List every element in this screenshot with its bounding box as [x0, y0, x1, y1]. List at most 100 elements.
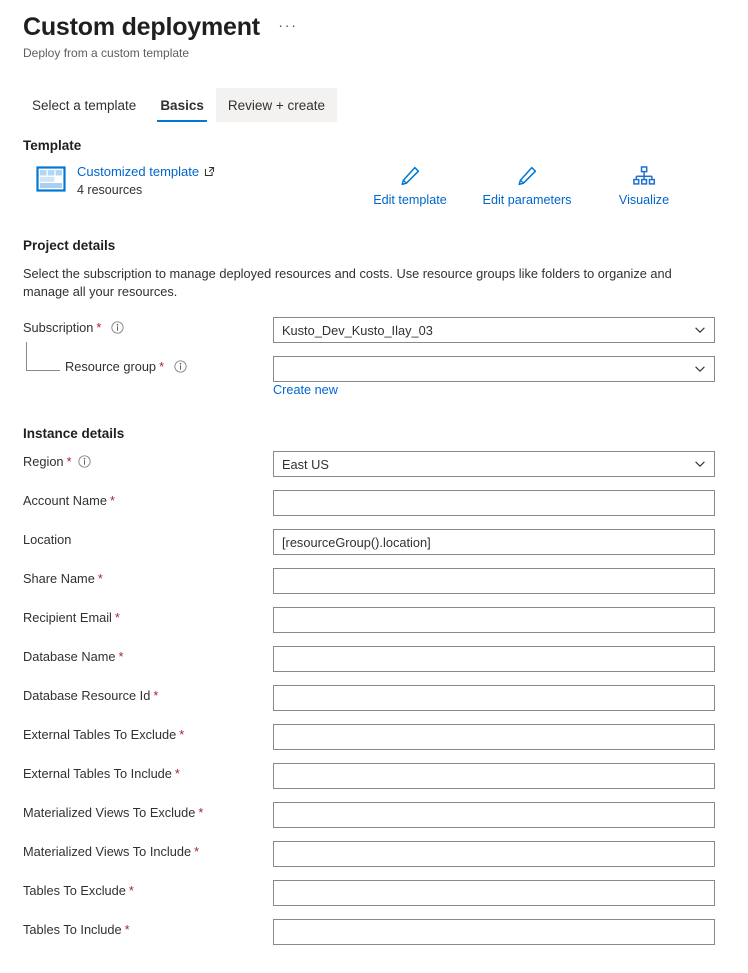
region-select[interactable]: East US: [273, 451, 715, 477]
required-marker: *: [118, 649, 124, 664]
project-details-description: Select the subscription to manage deploy…: [23, 266, 672, 299]
page-title: Custom deployment: [23, 13, 260, 41]
account-name-label-text: Account Name: [23, 493, 107, 508]
edit-template-label: Edit template: [373, 193, 447, 207]
tables-to-exclude-label: Tables To Exclude *: [23, 883, 134, 898]
resource-group-select[interactable]: [273, 356, 715, 382]
edit-parameters-label: Edit parameters: [482, 193, 572, 207]
database-resource-id-input[interactable]: [273, 685, 715, 711]
template-actions: Edit template Edit parameters Visualize: [352, 163, 702, 207]
more-options-icon[interactable]: ···: [277, 18, 299, 39]
required-marker: *: [96, 320, 102, 335]
field-row-external-tables-to-include: External Tables To Include *: [23, 763, 723, 789]
recipient-email-label-text: Recipient Email: [23, 610, 112, 625]
field-row-materialized-views-to-exclude: Materialized Views To Exclude *: [23, 802, 723, 828]
required-marker: *: [114, 610, 120, 625]
info-icon[interactable]: [111, 321, 124, 334]
required-marker: *: [97, 571, 103, 586]
region-value: East US: [282, 456, 329, 472]
field-row-subscription: Subscription * Kusto_Dev_Kusto_Ilay_03: [23, 317, 723, 343]
info-icon[interactable]: [173, 360, 187, 373]
template-grid-icon: [36, 164, 66, 194]
subscription-value: Kusto_Dev_Kusto_Ilay_03: [282, 322, 433, 338]
field-row-external-tables-to-exclude: External Tables To Exclude *: [23, 724, 723, 750]
database-name-label: Database Name *: [23, 649, 123, 664]
edit-template-button[interactable]: Edit template: [352, 163, 468, 207]
field-row-share-name: Share Name *: [23, 568, 723, 594]
chevron-down-icon: [694, 324, 706, 336]
external-tables-to-include-label: External Tables To Include *: [23, 766, 180, 781]
field-row-database-name: Database Name *: [23, 646, 723, 672]
materialized-views-to-include-label: Materialized Views To Include *: [23, 844, 199, 859]
edit-parameters-button[interactable]: Edit parameters: [468, 163, 586, 207]
field-row-location: Location [resourceGroup().location]: [23, 529, 723, 555]
database-name-input[interactable]: [273, 646, 715, 672]
project-details-heading: Project details: [23, 238, 116, 253]
materialized-views-to-exclude-input[interactable]: [273, 802, 715, 828]
location-input[interactable]: [resourceGroup().location]: [273, 529, 715, 555]
page-subtitle: Deploy from a custom template: [23, 46, 190, 60]
required-marker: *: [109, 493, 115, 508]
chevron-down-icon: [694, 363, 706, 375]
recipient-email-label: Recipient Email *: [23, 610, 120, 625]
recipient-email-input[interactable]: [273, 607, 715, 633]
subscription-label: Subscription *: [23, 320, 124, 335]
field-row-tables-to-include: Tables To Include *: [23, 919, 723, 945]
tab-basics[interactable]: Basics: [148, 88, 216, 122]
required-marker: *: [153, 688, 159, 703]
required-marker: *: [179, 727, 185, 742]
tables-to-include-label-text: Tables To Include: [23, 922, 122, 937]
location-label: Location: [23, 532, 71, 547]
materialized-views-to-include-input[interactable]: [273, 841, 715, 867]
database-name-label-text: Database Name: [23, 649, 116, 664]
info-icon[interactable]: [77, 455, 91, 468]
field-row-region: Region * East US: [23, 451, 723, 477]
external-tables-to-exclude-input[interactable]: [273, 724, 715, 750]
customized-template-label: Customized template: [77, 164, 200, 179]
template-summary: Customized template 4 resources: [36, 163, 215, 197]
visualize-button[interactable]: Visualize: [586, 163, 702, 207]
required-marker: *: [198, 805, 204, 820]
custom-deployment-blade: Custom deployment ··· Deploy from a cust…: [0, 0, 748, 973]
external-link-icon: [204, 166, 215, 177]
wizard-tabs: Select a template Basics Review + create: [20, 88, 338, 122]
share-name-input[interactable]: [273, 568, 715, 594]
share-name-label: Share Name *: [23, 571, 103, 586]
tab-review-create[interactable]: Review + create: [215, 88, 338, 122]
location-label-text: Location: [23, 532, 72, 547]
field-row-tables-to-exclude: Tables To Exclude *: [23, 880, 723, 906]
external-tables-to-include-input[interactable]: [273, 763, 715, 789]
resource-group-label-text: Resource group: [65, 359, 157, 374]
customized-template-link[interactable]: Customized template: [77, 164, 215, 179]
instance-details-heading: Instance details: [23, 426, 125, 441]
tab-select-a-template[interactable]: Select a template: [20, 88, 148, 122]
blade-header: Custom deployment ··· Deploy from a cust…: [23, 12, 748, 61]
required-marker: *: [66, 454, 72, 469]
field-row-database-resource-id: Database Resource Id *: [23, 685, 723, 711]
visualize-label: Visualize: [618, 193, 670, 207]
title-row: Custom deployment ···: [23, 12, 748, 42]
materialized-views-to-exclude-label-text: Materialized Views To Exclude: [23, 805, 196, 820]
chevron-down-icon: [694, 458, 706, 470]
resource-group-label: Resource group *: [65, 359, 187, 374]
required-marker: *: [124, 922, 130, 937]
tables-to-exclude-input[interactable]: [273, 880, 715, 906]
required-marker: *: [128, 883, 134, 898]
field-row-materialized-views-to-include: Materialized Views To Include *: [23, 841, 723, 867]
create-new-resource-group-link[interactable]: Create new: [273, 383, 338, 397]
external-tables-to-exclude-label: External Tables To Exclude *: [23, 727, 184, 742]
account-name-label: Account Name *: [23, 493, 115, 508]
materialized-views-to-include-label-text: Materialized Views To Include: [23, 844, 192, 859]
required-marker: *: [194, 844, 200, 859]
database-resource-id-label-text: Database Resource Id: [23, 688, 151, 703]
template-section-heading: Template: [23, 138, 82, 153]
share-name-label-text: Share Name: [23, 571, 95, 586]
subscription-select[interactable]: Kusto_Dev_Kusto_Ilay_03: [273, 317, 715, 343]
account-name-input[interactable]: [273, 490, 715, 516]
external-tables-to-include-label-text: External Tables To Include: [23, 766, 172, 781]
field-row-recipient-email: Recipient Email *: [23, 607, 723, 633]
template-text: Customized template 4 resources: [77, 163, 215, 197]
external-tables-to-exclude-label-text: External Tables To Exclude: [23, 727, 177, 742]
tables-to-include-input[interactable]: [273, 919, 715, 945]
field-row-resource-group: Resource group *: [23, 356, 723, 382]
